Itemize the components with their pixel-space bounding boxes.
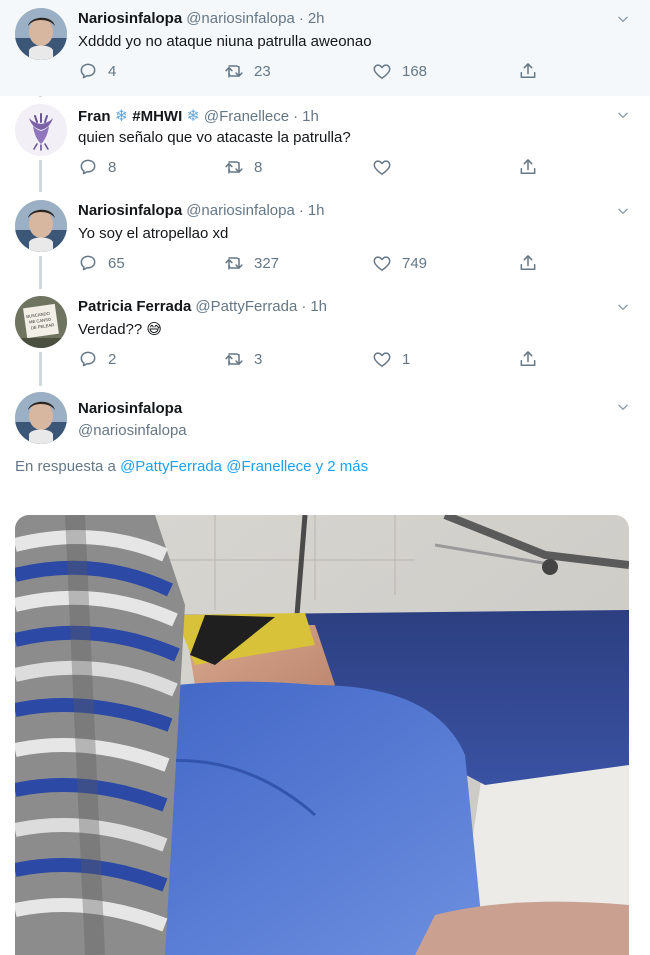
chevron-down-icon[interactable]: [616, 204, 630, 218]
reply-icon: [78, 349, 98, 369]
like-button[interactable]: 749: [372, 253, 427, 273]
share-button[interactable]: [518, 61, 538, 81]
tweet-text: Yo soy el atropellao xd: [78, 225, 229, 242]
retweet-icon: [224, 157, 244, 177]
avatar-nariosinfalopa[interactable]: [15, 392, 67, 444]
tweet-actions: 2 3 1: [78, 349, 558, 373]
separator-dot: ·: [298, 10, 304, 27]
reply-icon: [78, 157, 98, 177]
tweet-author-name[interactable]: Nariosinfalopa: [78, 400, 182, 417]
retweet-count: 8: [254, 158, 263, 176]
chevron-down-icon[interactable]: [616, 400, 630, 414]
reply-count: 4: [108, 62, 117, 80]
tweet-author-name[interactable]: Patricia Ferrada: [78, 298, 191, 315]
retweet-button[interactable]: 8: [224, 157, 262, 177]
retweet-icon: [224, 253, 244, 273]
share-button[interactable]: [518, 349, 538, 369]
in-reply-to-label: En respuesta a: [15, 458, 116, 475]
tweet-text: quien señalo que vo atacaste la patrulla…: [78, 129, 351, 146]
share-button[interactable]: [518, 253, 538, 273]
chevron-down-icon[interactable]: [616, 300, 630, 314]
reply-count: 65: [108, 254, 125, 272]
retweet-count: 3: [254, 350, 263, 368]
avatar-nariosinfalopa[interactable]: [15, 200, 67, 252]
like-count: 168: [402, 62, 428, 80]
share-icon: [518, 157, 538, 177]
avatar-fran[interactable]: [15, 104, 67, 156]
in-reply-to: En respuesta a @PattyFerrada @Franellece…: [15, 458, 368, 475]
snowflake-icon: ❄: [114, 108, 129, 125]
tweet-author-handle[interactable]: @Franellece: [204, 108, 289, 125]
like-icon: [372, 61, 392, 81]
tweet-timestamp[interactable]: 1h: [310, 298, 327, 315]
share-icon: [518, 253, 538, 273]
retweet-count: 327: [254, 254, 280, 272]
tweet-author-handle[interactable]: @nariosinfalopa: [186, 202, 295, 219]
mention-link[interactable]: @PattyFerrada: [120, 458, 222, 475]
tweet-photo[interactable]: [15, 515, 629, 955]
tweet-actions: 65 327 749: [78, 253, 558, 277]
separator-dot: ·: [293, 108, 299, 125]
tweet-actions: 4 23 168: [78, 61, 558, 85]
avatar-patricia-ferrada[interactable]: BUSCANDO ME CANSO DE PELEAR: [15, 296, 67, 348]
mention-link[interactable]: @Franellece: [226, 458, 311, 475]
retweet-icon: [224, 349, 244, 369]
tweet-timestamp[interactable]: 2h: [308, 10, 325, 27]
tweet-1[interactable]: Nariosinfalopa @nariosinfalopa · 2h Xdddd y…: [0, 0, 650, 96]
reply-count: 8: [108, 158, 117, 176]
tweet-4[interactable]: BUSCANDO ME CANSO DE PELEAR Patricia Fer…: [0, 288, 650, 384]
retweet-button[interactable]: 23: [224, 61, 271, 81]
like-count: 1: [402, 350, 411, 368]
like-icon: [372, 157, 392, 177]
share-button[interactable]: [518, 157, 538, 177]
retweet-icon: [224, 61, 244, 81]
share-icon: [518, 61, 538, 81]
chevron-down-icon[interactable]: [616, 12, 630, 26]
reply-icon: [78, 61, 98, 81]
tweet-author-name-hashtag[interactable]: #MHWI: [132, 108, 182, 125]
tweet-2[interactable]: Fran ❄ #MHWI ❄ @Franellece · 1h quien señal…: [0, 96, 650, 192]
tweet-author-name[interactable]: Fran: [78, 108, 111, 125]
tweet-author-name[interactable]: Nariosinfalopa: [78, 202, 182, 219]
reply-button[interactable]: 4: [78, 61, 116, 81]
retweet-count: 23: [254, 62, 271, 80]
reply-count: 2: [108, 350, 117, 368]
like-icon: [372, 253, 392, 273]
tweet-text: Xdddd yo no ataque niuna patrulla aweona…: [78, 33, 372, 50]
tweet-timestamp[interactable]: 1h: [302, 108, 319, 125]
separator-dot: ·: [301, 298, 307, 315]
like-button[interactable]: [372, 157, 402, 177]
retweet-button[interactable]: 327: [224, 253, 279, 273]
chevron-down-icon[interactable]: [616, 108, 630, 122]
snowflake-icon: ❄: [186, 108, 200, 125]
reply-button[interactable]: 2: [78, 349, 116, 369]
like-button[interactable]: 168: [372, 61, 427, 81]
reply-icon: [78, 253, 98, 273]
tweet-text: Verdad?? 😅: [78, 321, 163, 338]
like-icon: [372, 349, 392, 369]
reply-button[interactable]: 8: [78, 157, 116, 177]
more-mentions-link[interactable]: y 2 más: [316, 458, 369, 475]
tweet-actions: 8 8: [78, 157, 558, 181]
tweet-author-handle[interactable]: @nariosinfalopa: [78, 422, 187, 439]
reply-button[interactable]: 65: [78, 253, 125, 273]
tweet-author-handle[interactable]: @PattyFerrada: [195, 298, 297, 315]
tweet-author-handle[interactable]: @nariosinfalopa: [186, 10, 295, 27]
tweet-timestamp[interactable]: 1h: [308, 202, 325, 219]
share-icon: [518, 349, 538, 369]
tweet-author-name[interactable]: Nariosinfalopa: [78, 10, 182, 27]
separator-dot: ·: [298, 202, 304, 219]
avatar-nariosinfalopa[interactable]: [15, 8, 67, 60]
tweet-3[interactable]: Nariosinfalopa @nariosinfalopa · 1h Yo soy …: [0, 192, 650, 288]
retweet-button[interactable]: 3: [224, 349, 262, 369]
like-count: 749: [402, 254, 428, 272]
like-button[interactable]: 1: [372, 349, 410, 369]
